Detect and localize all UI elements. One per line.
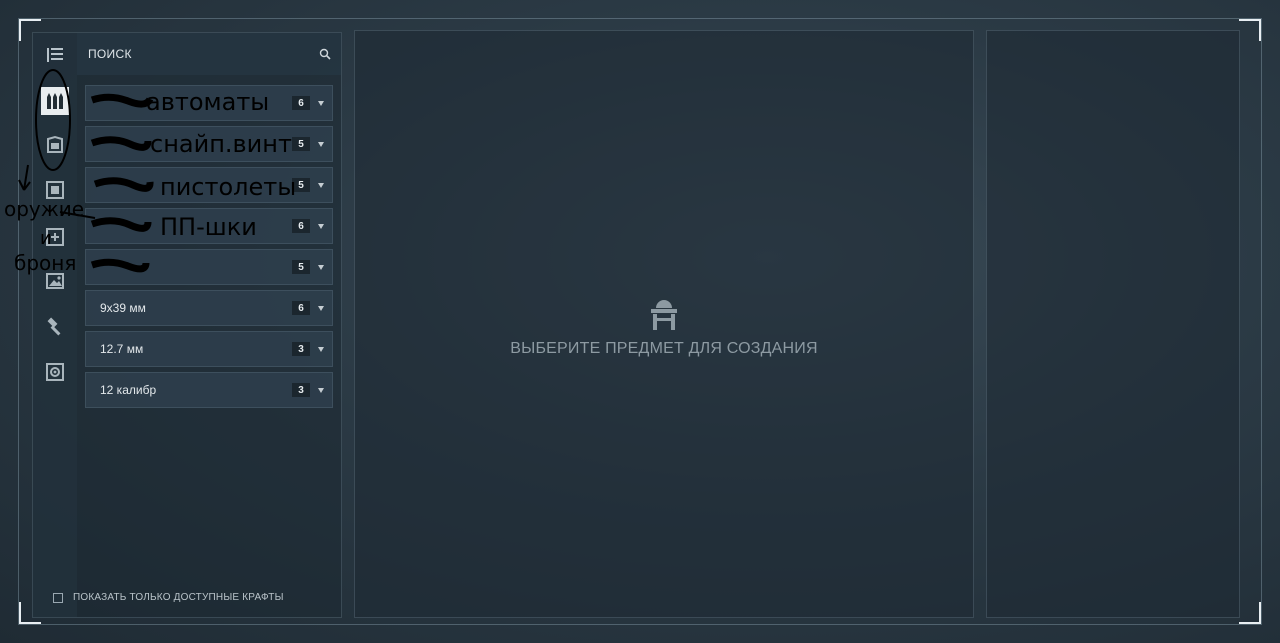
list-item[interactable]: 12.7 мм 3 (85, 331, 333, 367)
search-label: ПОИСК (88, 47, 132, 61)
app-frame: ПОИСК 6 5 5 6 5 9x39 мм 6 12.7 мм 3 12 к… (0, 0, 1280, 643)
count-badge: 6 (292, 301, 310, 315)
available-crafts-toggle[interactable]: ПОКАЗАТЬ ТОЛЬКО ДОСТУПНЫЕ КРАФТЫ (53, 592, 284, 603)
crafting-list-panel: ПОИСК 6 5 5 6 5 9x39 мм 6 12.7 мм 3 12 к… (32, 32, 342, 618)
sort-list-icon (47, 48, 63, 62)
corner-bottom-right (1239, 602, 1261, 624)
count-badge: 3 (292, 342, 310, 356)
list-item[interactable]: 5 (85, 126, 333, 162)
list-item[interactable]: 5 (85, 249, 333, 285)
chevron-down-icon[interactable] (318, 100, 324, 106)
category-items[interactable] (41, 176, 69, 204)
craft-detail-panel: ВЫБЕРИТЕ ПРЕДМЕТ ДЛЯ СОЗДАНИЯ (354, 30, 974, 618)
search-field[interactable]: ПОИСК (77, 33, 341, 75)
list-item[interactable]: 9x39 мм 6 (85, 290, 333, 326)
category-sort[interactable] (41, 41, 69, 69)
available-only-label: ПОКАЗАТЬ ТОЛЬКО ДОСТУПНЫЕ КРАФТЫ (73, 592, 284, 603)
list-item[interactable]: 6 (85, 85, 333, 121)
count-badge: 3 (292, 383, 310, 397)
craft-info-panel (986, 30, 1240, 618)
list-item-label: 12.7 мм (100, 342, 144, 356)
available-only-checkbox[interactable] (53, 592, 63, 603)
craft-category-list: 6 5 5 6 5 9x39 мм 6 12.7 мм 3 12 калибр … (85, 85, 333, 413)
list-item[interactable]: 5 (85, 167, 333, 203)
empty-state-text: ВЫБЕРИТЕ ПРЕДМЕТ ДЛЯ СОЗДАНИЯ (510, 340, 818, 357)
count-badge: 6 (292, 96, 310, 110)
list-item-label: 12 калибр (100, 383, 157, 397)
category-images[interactable] (41, 267, 69, 295)
count-badge: 5 (292, 137, 310, 151)
category-modules[interactable] (41, 223, 69, 251)
chevron-down-icon[interactable] (318, 223, 324, 229)
category-tools[interactable] (41, 313, 69, 341)
chevron-down-icon[interactable] (318, 182, 324, 188)
image-icon (46, 273, 64, 289)
chevron-down-icon[interactable] (318, 141, 324, 147)
corner-top-right (1239, 19, 1261, 41)
category-weapons[interactable] (41, 87, 69, 115)
search-icon[interactable] (319, 48, 331, 60)
workbench-icon (651, 300, 677, 330)
weapons-icon (47, 93, 63, 109)
chevron-down-icon[interactable] (318, 264, 324, 270)
chevron-down-icon[interactable] (318, 387, 324, 393)
category-misc[interactable] (41, 358, 69, 386)
grid-item-icon (46, 181, 64, 199)
module-icon (46, 228, 64, 246)
category-armor[interactable] (41, 131, 69, 159)
armor-icon (47, 135, 63, 153)
hammer-icon (47, 317, 61, 336)
count-badge: 5 (292, 178, 310, 192)
list-item[interactable]: 12 калибр 3 (85, 372, 333, 408)
chevron-down-icon[interactable] (318, 305, 324, 311)
empty-state: ВЫБЕРИТЕ ПРЕДМЕТ ДЛЯ СОЗДАНИЯ (355, 296, 973, 358)
list-item-label: 9x39 мм (100, 301, 146, 315)
count-badge: 6 (292, 219, 310, 233)
category-bar (33, 33, 77, 617)
count-badge: 5 (292, 260, 310, 274)
chevron-down-icon[interactable] (318, 346, 324, 352)
list-item[interactable]: 6 (85, 208, 333, 244)
gear-box-icon (46, 363, 64, 381)
